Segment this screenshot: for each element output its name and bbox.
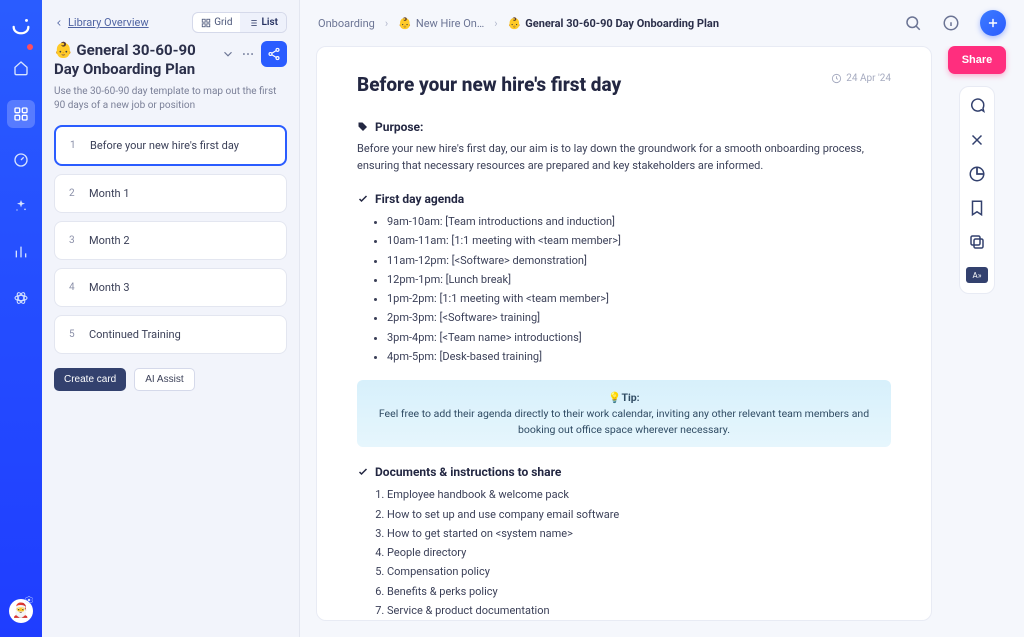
close-icon[interactable]	[968, 131, 986, 149]
bulb-icon: 💡	[608, 391, 621, 404]
check-icon	[357, 193, 369, 205]
list-item: 2pm-3pm: [<Software> training]	[387, 308, 891, 327]
topbar: Onboarding › 👶 New Hire On… › 👶 General …	[300, 0, 1024, 46]
home-icon[interactable]	[7, 54, 35, 82]
right-column: Share A»	[946, 46, 1008, 623]
list-view-button[interactable]: List	[240, 13, 286, 32]
card-item-5[interactable]: 5 Continued Training	[54, 315, 287, 354]
list-item: 4pm-5pm: [Desk-based training]	[387, 347, 891, 366]
list-item: Employee handbook & welcome pack	[387, 485, 891, 504]
info-icon[interactable]	[942, 14, 960, 32]
card-item-2[interactable]: 2 Month 1	[54, 174, 287, 213]
list-item: How to get started on <system name>	[387, 524, 891, 543]
grid-icon	[201, 18, 211, 28]
list-item: 3pm-4pm: [<Team name> introductions]	[387, 328, 891, 347]
main-area: Onboarding › 👶 New Hire On… › 👶 General …	[300, 0, 1024, 637]
atom-icon[interactable]	[7, 284, 35, 312]
create-card-button[interactable]: Create card	[54, 368, 126, 391]
gauge-icon[interactable]	[7, 146, 35, 174]
title-emoji: 👶	[54, 41, 73, 59]
list-item: 1pm-2pm: [1:1 meeting with <team member>…	[387, 289, 891, 308]
agenda-heading: First day agenda	[357, 192, 891, 206]
more-icon[interactable]	[241, 47, 255, 61]
list-item: 9am-10am: [Team introductions and induct…	[387, 212, 891, 231]
list-item: Benefits & perks policy	[387, 582, 891, 601]
left-panel: Library Overview Grid List 👶 General 30-…	[42, 0, 300, 637]
plan-title: 👶 General 30-60-90 Day Onboarding Plan	[54, 41, 215, 79]
tip-box-1: 💡Tip: Feel free to add their agenda dire…	[357, 380, 891, 447]
check-icon	[357, 466, 369, 478]
list-icon	[248, 18, 258, 28]
sparkle-icon[interactable]	[7, 192, 35, 220]
breadcrumb-3: 👶 General 30-60-90 Day Onboarding Plan	[508, 17, 719, 30]
document-date: 24 Apr '24	[831, 73, 891, 84]
tag-icon	[357, 121, 369, 133]
library-icon[interactable]	[7, 100, 35, 128]
breadcrumb-1[interactable]: Onboarding	[318, 17, 375, 30]
chevron-right-icon: ›	[385, 17, 388, 30]
document-title: Before your new hire's first day	[357, 73, 621, 96]
share-icon	[267, 47, 281, 61]
chevron-down-icon[interactable]	[221, 47, 235, 61]
document-viewer: Before your new hire's first day 24 Apr …	[316, 46, 932, 621]
docs-heading: Documents & instructions to share	[357, 465, 891, 479]
ai-assist-button[interactable]: AI Assist	[134, 368, 194, 391]
plan-description: Use the 30-60-90 day template to map out…	[54, 85, 287, 113]
add-button[interactable]	[980, 10, 1006, 36]
list-item: People directory	[387, 543, 891, 562]
purpose-heading: Purpose:	[357, 120, 891, 134]
share-button-small[interactable]	[261, 41, 287, 67]
search-icon[interactable]	[904, 14, 922, 32]
list-item: 10am-11am: [1:1 meeting with <team membe…	[387, 231, 891, 250]
app-logo	[10, 14, 32, 36]
settings-icon[interactable]	[24, 595, 34, 605]
plus-icon	[986, 16, 1000, 30]
card-list: 1 Before your new hire's first day 2 Mon…	[54, 125, 287, 354]
view-toggle: Grid List	[192, 12, 287, 33]
back-link[interactable]: Library Overview	[54, 16, 149, 29]
nav-rail: 🎅	[0, 0, 42, 637]
breadcrumb-2[interactable]: 👶 New Hire On…	[398, 17, 484, 30]
card-item-1[interactable]: 1 Before your new hire's first day	[54, 125, 287, 166]
purpose-text: Before your new hire's first day, our ai…	[357, 140, 891, 174]
documents-list: Employee handbook & welcome pack How to …	[357, 485, 891, 620]
share-button[interactable]: Share	[948, 46, 1007, 74]
list-item: Service & product documentation	[387, 601, 891, 620]
notification-dot	[27, 44, 33, 50]
list-item: 12pm-1pm: [Lunch break]	[387, 270, 891, 289]
language-icon[interactable]: A»	[966, 267, 988, 283]
list-item: Compensation policy	[387, 562, 891, 581]
list-item: How to set up and use company email soft…	[387, 505, 891, 524]
bookmark-icon[interactable]	[968, 199, 986, 217]
side-dock: A»	[959, 86, 995, 294]
chevron-left-icon	[54, 18, 64, 28]
pie-icon[interactable]	[968, 165, 986, 183]
agenda-list: 9am-10am: [Team introductions and induct…	[357, 212, 891, 366]
analytics-icon[interactable]	[7, 238, 35, 266]
card-item-4[interactable]: 4 Month 3	[54, 268, 287, 307]
grid-view-button[interactable]: Grid	[193, 13, 240, 32]
chat-icon[interactable]	[968, 97, 986, 115]
card-item-3[interactable]: 3 Month 2	[54, 221, 287, 260]
clock-icon	[831, 73, 842, 84]
list-item: 11am-12pm: [<Software> demonstration]	[387, 251, 891, 270]
copy-icon[interactable]	[968, 233, 986, 251]
chevron-right-icon: ›	[494, 17, 497, 30]
